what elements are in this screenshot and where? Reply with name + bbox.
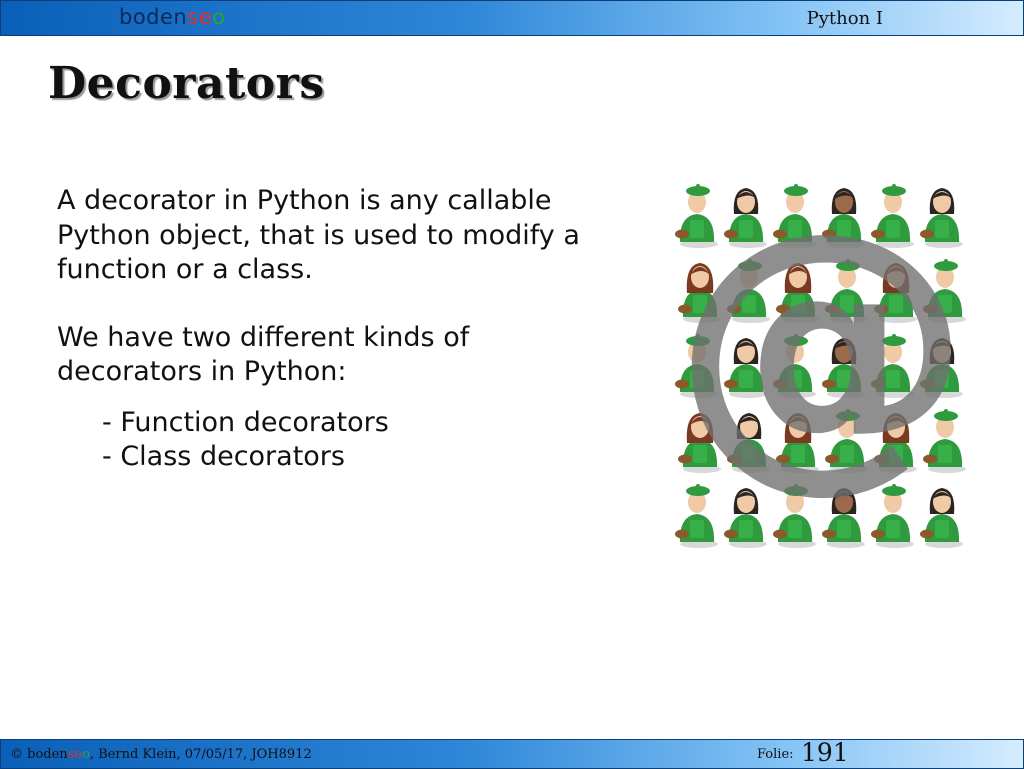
at-sign-icon: @ bbox=[672, 178, 972, 517]
decorator-kinds-list: - Function decorators - Class decorators bbox=[57, 406, 617, 474]
decorator-illustration: @ bbox=[672, 178, 972, 548]
slide-body: A decorator in Python is any callable Py… bbox=[57, 184, 617, 474]
bodenseo-logo: bodenseo bbox=[119, 5, 226, 29]
list-item-function-decorators: - Function decorators bbox=[102, 406, 389, 438]
list-item-class-decorators: - Class decorators bbox=[102, 440, 345, 472]
course-title: Python I bbox=[806, 8, 883, 29]
folie-label: Folie: bbox=[757, 747, 794, 762]
footer-credit: © bodenseo, Bernd Klein, 07/05/17, JOH89… bbox=[10, 747, 312, 762]
paragraph-definition: A decorator in Python is any callable Py… bbox=[57, 185, 580, 285]
footer-bar: © bodenseo, Bernd Klein, 07/05/17, JOH89… bbox=[0, 738, 1024, 769]
slide-title: Decorators bbox=[48, 58, 325, 109]
header-bar: bodenseo Python I bbox=[0, 0, 1024, 36]
paragraph-kinds: We have two different kinds of decorator… bbox=[57, 321, 470, 388]
page-number: 191 bbox=[801, 738, 849, 767]
